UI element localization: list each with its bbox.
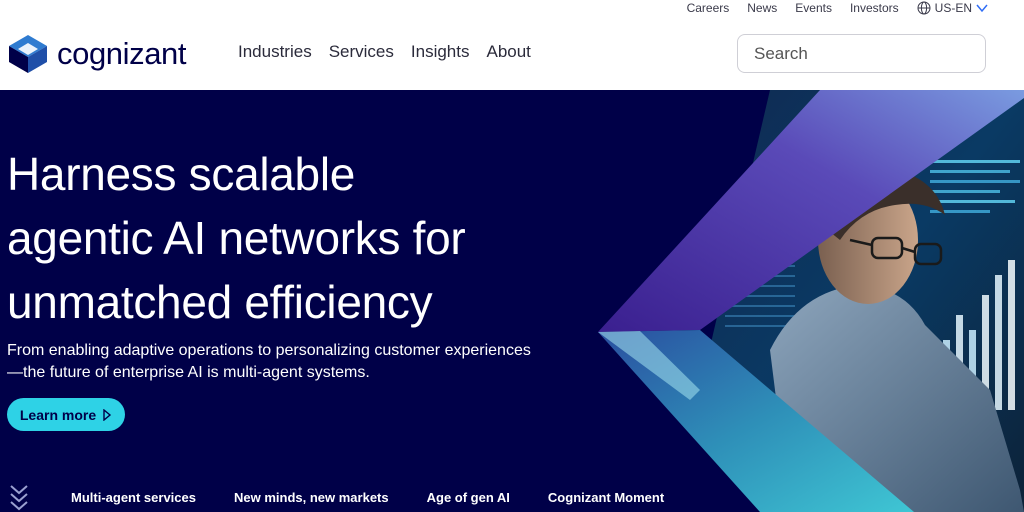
tab-age-of-gen-ai[interactable]: Age of gen AI	[408, 482, 529, 512]
search-input[interactable]	[754, 43, 975, 64]
play-arrow-icon	[103, 408, 112, 421]
careers-link[interactable]: Careers	[687, 0, 730, 16]
hero-tabs: Multi-agent services New minds, new mark…	[52, 482, 683, 512]
tab-multi-agent-services[interactable]: Multi-agent services	[52, 482, 215, 512]
search-box	[737, 34, 986, 73]
locale-selector[interactable]: US-EN	[917, 1, 988, 15]
tab-new-minds-new-markets[interactable]: New minds, new markets	[215, 482, 408, 512]
investors-link[interactable]: Investors	[850, 0, 899, 16]
headline-line: unmatched efficiency	[7, 276, 433, 328]
subtext-line: —the future of enterprise AI is multi-ag…	[7, 364, 370, 381]
logo-mark-icon	[9, 35, 47, 73]
locale-label: US-EN	[934, 1, 972, 15]
learn-more-label: Learn more	[19, 406, 97, 423]
cognizant-logo[interactable]: cognizant	[7, 34, 187, 74]
main-nav: Industries Services Insights About	[238, 42, 531, 62]
nav-services[interactable]: Services	[329, 42, 394, 62]
hero-subtext: From enabling adaptive operations to per…	[7, 340, 572, 384]
headline-line: Harness scalable	[7, 148, 356, 200]
brand-name: cognizant	[57, 36, 187, 71]
news-link[interactable]: News	[747, 0, 777, 16]
learn-more-button[interactable]: Learn more	[7, 398, 125, 431]
events-link[interactable]: Events	[795, 0, 832, 16]
scroll-down-icon[interactable]	[8, 482, 30, 512]
site-header: Careers News Events Investors US-EN cogn…	[0, 0, 1024, 90]
nav-about[interactable]: About	[486, 42, 530, 62]
utility-nav: Careers News Events Investors US-EN	[687, 0, 988, 16]
subtext-line: From enabling adaptive operations to per…	[7, 342, 531, 359]
nav-insights[interactable]: Insights	[411, 42, 470, 62]
headline-line: agentic AI networks for	[7, 212, 466, 264]
hero-banner: Harness scalable agentic AI networks for…	[0, 90, 1024, 512]
chevron-down-icon	[976, 4, 988, 12]
nav-industries[interactable]: Industries	[238, 42, 312, 62]
tab-cognizant-moment[interactable]: Cognizant Moment	[529, 482, 683, 512]
hero-headline: Harness scalable agentic AI networks for…	[7, 142, 597, 334]
globe-icon	[917, 1, 931, 15]
